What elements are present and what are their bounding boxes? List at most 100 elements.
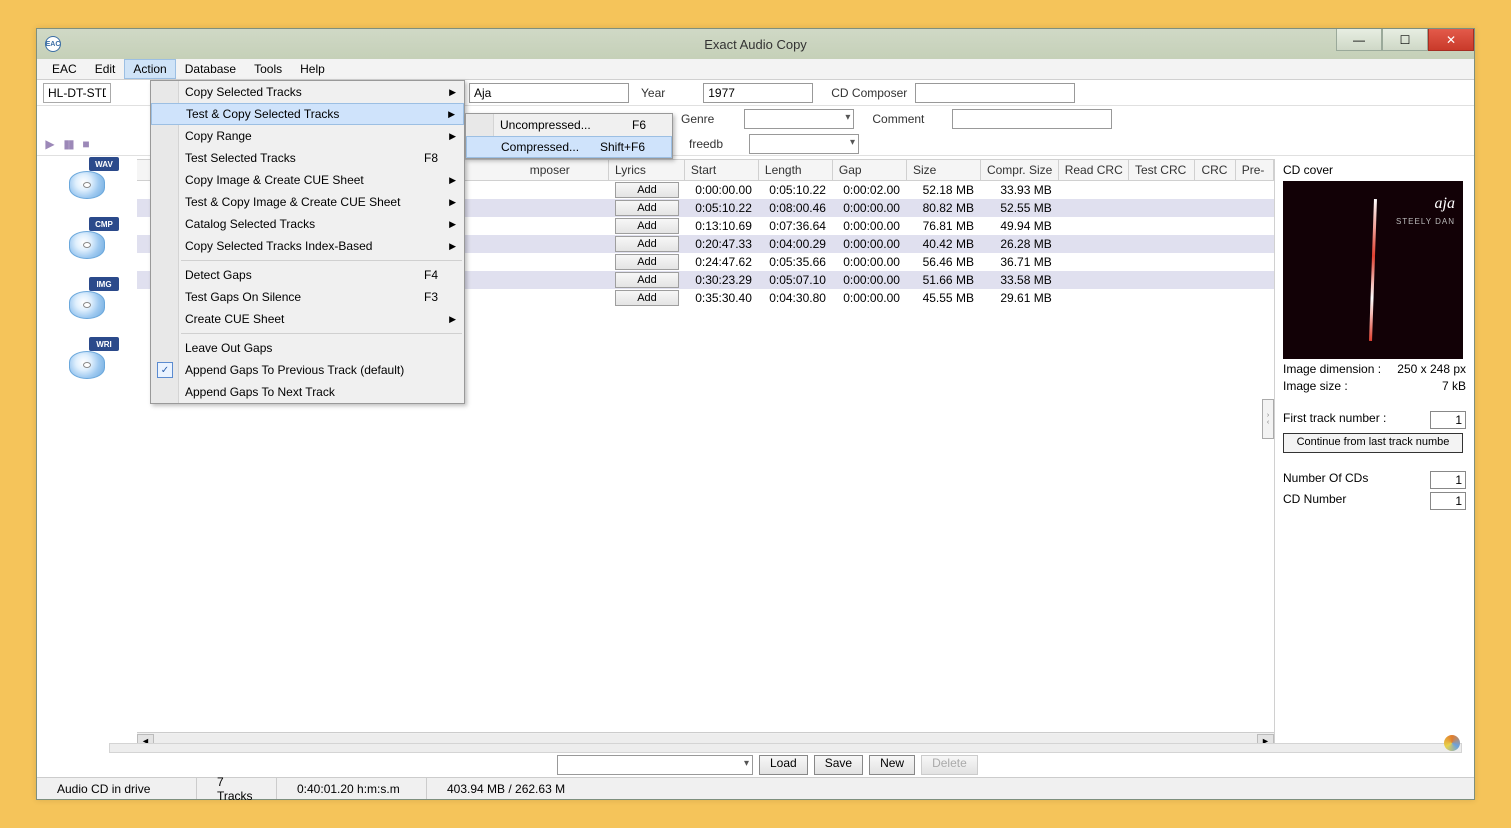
action-menu: Copy Selected Tracks▶Test & Copy Selecte… (150, 80, 465, 404)
col-gap[interactable]: Gap (833, 160, 907, 180)
col-testcrc[interactable]: Test CRC (1129, 160, 1196, 180)
numcds-label: Number Of CDs (1283, 471, 1368, 489)
menu-item[interactable]: Copy Selected Tracks▶ (151, 81, 464, 103)
menu-edit[interactable]: Edit (86, 59, 125, 79)
add-lyrics-button[interactable]: Add (615, 236, 679, 252)
cover-artist-text: STEELY DAN (1396, 217, 1455, 226)
numcds-input[interactable] (1430, 471, 1466, 489)
menu-help[interactable]: Help (291, 59, 334, 79)
device-select[interactable] (43, 83, 111, 103)
col-length[interactable]: Length (759, 160, 833, 180)
menu-item[interactable]: Copy Selected Tracks Index-Based▶ (151, 235, 464, 257)
right-panel: ›‹ CD cover aja STEELY DAN Image dimensi… (1274, 159, 1474, 749)
add-lyrics-button[interactable]: Add (615, 218, 679, 234)
menubar: EACEditActionDatabaseToolsHelp (37, 59, 1474, 80)
col-pre[interactable]: Pre- (1236, 160, 1274, 180)
menu-eac[interactable]: EAC (43, 59, 86, 79)
add-lyrics-button[interactable]: Add (615, 254, 679, 270)
menu-action[interactable]: Action (124, 59, 175, 79)
maximize-button[interactable]: ☐ (1382, 29, 1428, 51)
freedb-combo[interactable] (749, 134, 859, 154)
sidebar-cmp-button[interactable]: CMP (61, 223, 113, 267)
col-composer[interactable]: mposer (524, 160, 609, 180)
menu-item[interactable]: Test Gaps On SilenceF3 (151, 286, 464, 308)
cover-art-streak (1369, 199, 1377, 341)
menu-item[interactable]: Copy Image & Create CUE Sheet▶ (151, 169, 464, 191)
menu-item[interactable]: Create CUE Sheet▶ (151, 308, 464, 330)
cdnum-label: CD Number (1283, 492, 1346, 510)
comment-label: Comment (872, 112, 924, 126)
menu-item[interactable]: Copy Range▶ (151, 125, 464, 147)
submenu-arrow-icon: ▶ (449, 219, 456, 230)
menu-item[interactable]: Detect GapsF4 (151, 264, 464, 286)
check-icon: ✓ (157, 362, 173, 378)
menu-item[interactable]: Append Gaps To Next Track (151, 381, 464, 403)
bottom-ribbon: Load Save New Delete (37, 753, 1474, 777)
menu-tools[interactable]: Tools (245, 59, 291, 79)
sidebar-img-button[interactable]: IMG (61, 283, 113, 327)
composer-label: CD Composer (831, 86, 907, 100)
genre-combo[interactable] (744, 109, 854, 129)
save-button[interactable]: Save (814, 755, 863, 775)
statusbar: Audio CD in drive 7 Tracks 0:40:01.20 h:… (37, 777, 1474, 799)
col-lyrics[interactable]: Lyrics (609, 160, 685, 180)
new-button[interactable]: New (869, 755, 915, 775)
play-icon[interactable]: ▶ (43, 137, 57, 151)
sidebar-wri-button[interactable]: WRI (61, 343, 113, 387)
menu-database[interactable]: Database (176, 59, 245, 79)
composer-input[interactable] (915, 83, 1075, 103)
pause-icon[interactable]: ▮▮ (61, 137, 75, 151)
app-icon: EAC (45, 36, 61, 52)
submenu-arrow-icon: ▶ (449, 131, 456, 142)
submenu-arrow-icon: ▶ (449, 314, 456, 325)
submenu-arrow-icon: ▶ (449, 197, 456, 208)
submenu-arrow-icon: ▶ (449, 175, 456, 186)
minimize-button[interactable]: — (1336, 29, 1382, 51)
menu-item[interactable]: Leave Out Gaps (151, 337, 464, 359)
col-crc[interactable]: CRC (1195, 160, 1235, 180)
profile-combo[interactable] (557, 755, 753, 775)
cd-cover[interactable]: aja STEELY DAN (1283, 181, 1463, 359)
menu-item[interactable]: ✓Append Gaps To Previous Track (default) (151, 359, 464, 381)
submenu-arrow-icon: ▶ (449, 87, 456, 98)
imgsize-value: 7 kB (1442, 379, 1466, 393)
menu-item[interactable]: Test & Copy Selected Tracks▶ (151, 103, 464, 125)
add-lyrics-button[interactable]: Add (615, 200, 679, 216)
add-lyrics-button[interactable]: Add (615, 182, 679, 198)
add-lyrics-button[interactable]: Add (615, 290, 679, 306)
year-input[interactable] (703, 83, 813, 103)
continue-button[interactable]: Continue from last track numbe (1283, 433, 1463, 453)
titlebar: EAC Exact Audio Copy — ☐ ✕ (37, 29, 1474, 59)
close-button[interactable]: ✕ (1428, 29, 1474, 51)
submenu-arrow-icon: ▶ (449, 241, 456, 252)
freedb-label: freedb (689, 137, 723, 151)
comment-input[interactable] (952, 109, 1112, 129)
action-submenu: Uncompressed...F6Compressed...Shift+F6 (465, 113, 673, 159)
menu-item[interactable]: Catalog Selected Tracks▶ (151, 213, 464, 235)
cover-label: CD cover (1283, 163, 1466, 177)
firsttrack-label: First track number : (1283, 411, 1386, 429)
cdnum-input[interactable] (1430, 492, 1466, 510)
sidebar-wav-button[interactable]: WAV (61, 163, 113, 207)
cover-album-text: aja (1435, 195, 1455, 213)
menu-separator (181, 260, 462, 261)
load-button[interactable]: Load (759, 755, 808, 775)
col-readcrc[interactable]: Read CRC (1059, 160, 1129, 180)
delete-button[interactable]: Delete (921, 755, 978, 775)
panel-expander[interactable]: ›‹ (1262, 399, 1274, 439)
col-csize[interactable]: Compr. Size (981, 160, 1059, 180)
menu-item[interactable]: Test Selected TracksF8 (151, 147, 464, 169)
menu-item[interactable]: Test & Copy Image & Create CUE Sheet▶ (151, 191, 464, 213)
imgdim-label: Image dimension : (1283, 362, 1381, 376)
firsttrack-input[interactable] (1430, 411, 1466, 429)
submenu-item[interactable]: Compressed...Shift+F6 (466, 136, 672, 158)
disc-icon (1444, 735, 1460, 751)
col-size[interactable]: Size (907, 160, 981, 180)
stop-icon[interactable]: ■ (79, 137, 93, 151)
submenu-item[interactable]: Uncompressed...F6 (466, 114, 672, 136)
col-start[interactable]: Start (685, 160, 759, 180)
status-tracks: 7 Tracks (197, 778, 277, 799)
add-lyrics-button[interactable]: Add (615, 272, 679, 288)
submenu-arrow-icon: ▶ (448, 109, 455, 120)
cd-title-input[interactable] (469, 83, 629, 103)
